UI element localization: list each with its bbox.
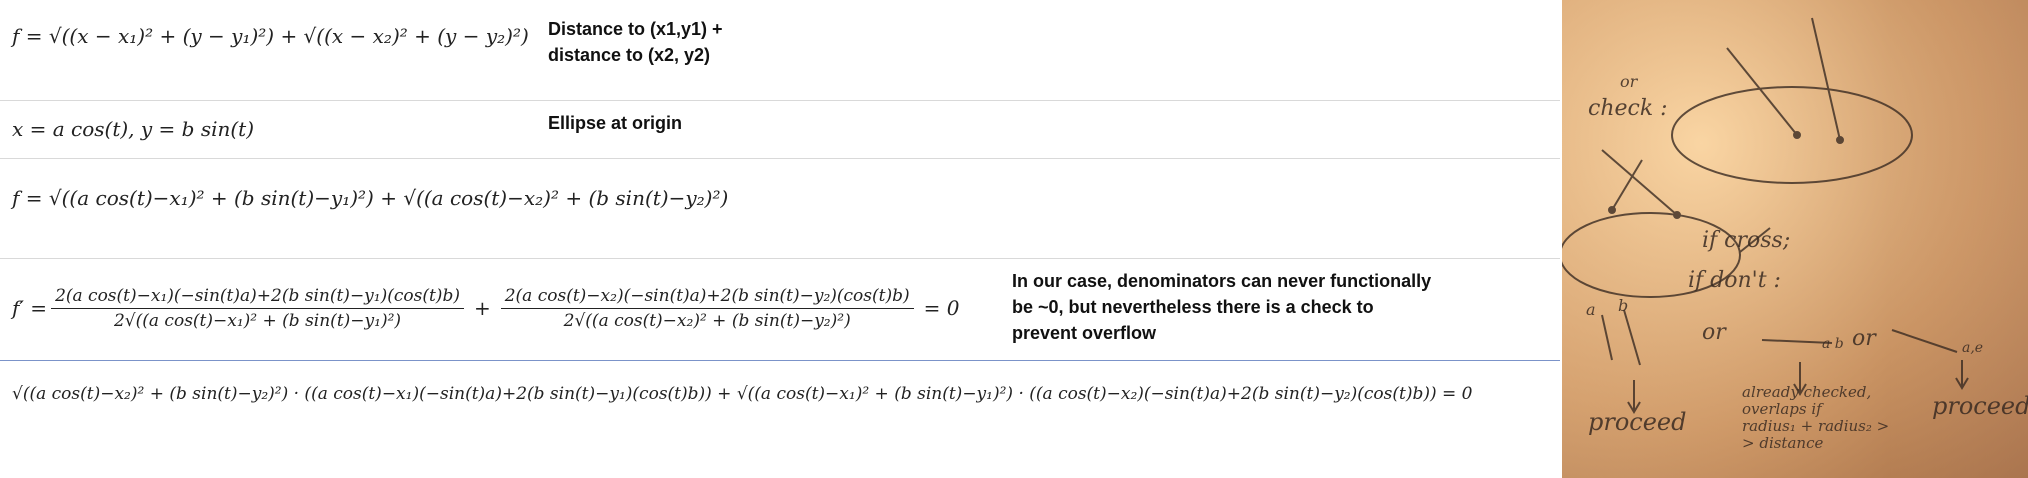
fraction-2-denominator: 2√((a cos(t)−x₂)² + (b sin(t)−y₂)²) xyxy=(563,310,851,331)
divider xyxy=(0,158,1560,159)
note-ellipse: Ellipse at origin xyxy=(548,113,683,133)
sketch-label-a: a xyxy=(1586,300,1596,319)
derivative-rhs: = 0 xyxy=(923,296,960,320)
segment-sketch xyxy=(1601,314,1613,361)
line-sketch xyxy=(1601,149,1678,216)
sketch-already-line1: already checked, xyxy=(1742,383,1872,401)
equation-ellipse-param: x = a cos(t), y = b sin(t) xyxy=(12,117,255,141)
document-area: f = √((x − x₁)² + (y − y₁)²) + √((x − x₂… xyxy=(0,0,1560,478)
note-denominators-line1: In our case, denominators can never func… xyxy=(1012,271,1432,291)
derivative-plus: + xyxy=(473,296,491,320)
sketch-if-dont: if don't : xyxy=(1688,268,1781,293)
line-sketch xyxy=(1811,17,1841,141)
note-distance-line2: distance to (x2, y2) xyxy=(548,45,711,65)
equation-sum-of-distances: f = √((x − x₁)² + (y − y₁)²) + √((x − x₂… xyxy=(12,24,529,48)
fraction-1-denominator: 2√((a cos(t)−x₁)² + (b sin(t)−y₁)²) xyxy=(113,310,402,331)
sketch-proceed-left: proceed xyxy=(1588,408,1687,436)
line-sketch xyxy=(1611,159,1643,211)
sketch-label-ab: a b xyxy=(1822,336,1844,352)
arrow-down-sketch xyxy=(1955,360,1969,390)
divider xyxy=(0,100,1560,101)
note-distance: Distance to (x1,y1) + distance to (x2, y… xyxy=(548,16,723,68)
note-denominators-line3: prevent overflow xyxy=(1012,323,1157,343)
fraction-1: 2(a cos(t)−x₁)(−sin(t)a)+2(b sin(t)−y₁)(… xyxy=(51,286,464,331)
sketch-check: check : xyxy=(1588,96,1668,121)
sketch-label-b: b xyxy=(1618,296,1629,315)
sketch-or-top: or xyxy=(1620,72,1638,91)
sketch-or-right: or xyxy=(1852,326,1876,351)
sketch-already-checked: already checked, overlaps if radius₁ + r… xyxy=(1742,384,1889,452)
note-denominators-line2: be ~0, but nevertheless there is a check… xyxy=(1012,297,1374,317)
sketch-already-line2: overlaps if xyxy=(1742,400,1822,418)
sketch-or-mid: or xyxy=(1702,320,1726,345)
divider-blue xyxy=(0,360,1560,361)
equation-substituted: f = √((a cos(t)−x₁)² + (b sin(t)−y₁)²) +… xyxy=(12,186,729,210)
sketch-if-cross: if cross; xyxy=(1702,228,1791,253)
sketch-proceed-right: proceed xyxy=(1932,392,2028,420)
equation-cleared: √((a cos(t)−x₂)² + (b sin(t)−y₂)²) · ((a… xyxy=(12,384,1473,404)
sketch-already-line4: > distance xyxy=(1742,434,1824,452)
segment-sketch xyxy=(1891,329,1958,353)
fraction-2-numerator: 2(a cos(t)−x₂)(−sin(t)a)+2(b sin(t)−y₂)(… xyxy=(500,286,914,309)
fraction-2: 2(a cos(t)−x₂)(−sin(t)a)+2(b sin(t)−y₂)(… xyxy=(500,286,914,331)
sketch-already-line3: radius₁ + radius₂ > xyxy=(1742,417,1890,435)
sketch-label-ae: a,e xyxy=(1962,340,1984,356)
note-denominators: In our case, denominators can never func… xyxy=(1012,268,1431,346)
derivative-lhs: f′ = xyxy=(12,296,48,320)
sketch-photo: or check : if cross; if don't : a b or a… xyxy=(1562,0,2028,478)
ellipse-top-sketch xyxy=(1671,86,1913,184)
fraction-1-numerator: 2(a cos(t)−x₁)(−sin(t)a)+2(b sin(t)−y₁)(… xyxy=(51,286,464,309)
segment-sketch xyxy=(1623,309,1641,366)
equation-derivative: f′ = 2(a cos(t)−x₁)(−sin(t)a)+2(b sin(t)… xyxy=(12,268,959,348)
note-distance-line1: Distance to (x1,y1) + xyxy=(548,19,723,39)
divider xyxy=(0,258,1560,259)
